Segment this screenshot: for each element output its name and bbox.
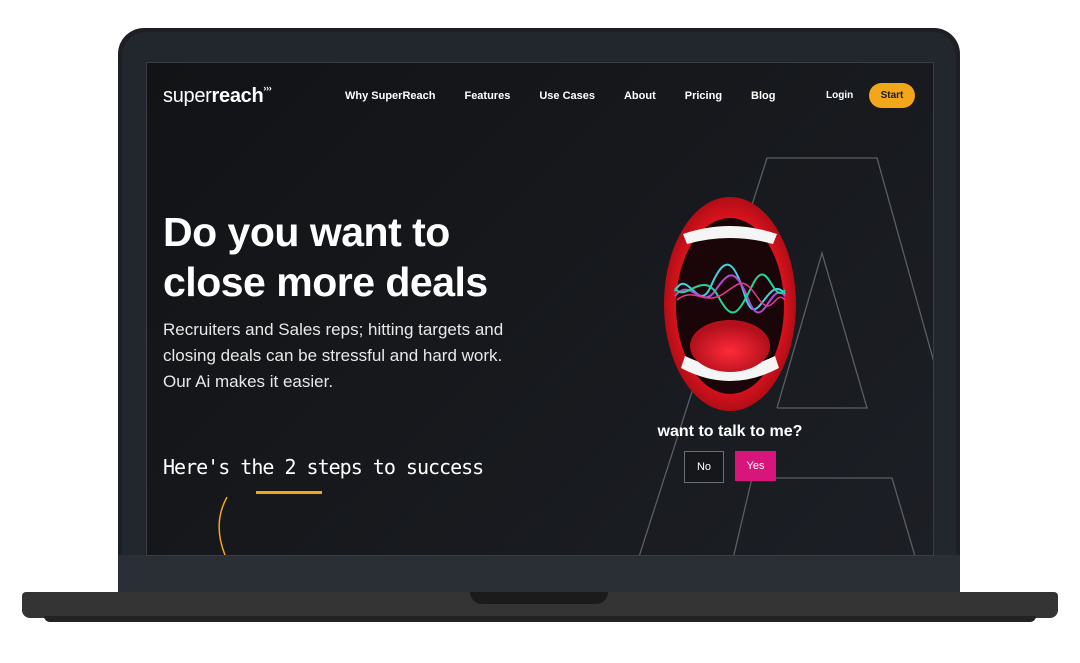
talking-mouth-icon[interactable] [663, 196, 798, 414]
subtext-line-1: Recruiters and Sales reps; hitting targe… [163, 320, 504, 339]
start-button[interactable]: Start [869, 83, 915, 108]
nav-pricing[interactable]: Pricing [685, 90, 722, 102]
nav-features[interactable]: Features [464, 90, 510, 102]
login-link[interactable]: Login [826, 90, 853, 101]
main-nav: Why SuperReach Features Use Cases About … [345, 90, 805, 102]
headline-line-1: Do you want to [163, 209, 450, 255]
logo-text-bold: reach [211, 85, 264, 107]
talk-prompt: want to talk to me? [657, 423, 803, 440]
steps-heading: Here's the 2 steps to success [163, 455, 484, 479]
hero-headline: Do you want to close more deals [163, 207, 543, 307]
hero-subtext: Recruiters and Sales reps; hitting targe… [163, 317, 523, 395]
no-button[interactable]: No [684, 451, 724, 483]
laptop-base-shadow [44, 616, 1036, 622]
laptop-chin [118, 555, 960, 593]
steps-underline [256, 491, 322, 494]
nav-use-cases[interactable]: Use Cases [539, 90, 595, 102]
superreach-logo[interactable]: superreach››› [163, 83, 272, 108]
subtext-line-2: closing deals can be stressful and hard … [163, 346, 503, 365]
logo-text-light: super [163, 85, 212, 107]
logo-chevrons: ››› [263, 83, 272, 94]
nav-about[interactable]: About [624, 90, 656, 102]
laptop-notch [470, 592, 608, 604]
curve-decoration [218, 496, 228, 555]
website-screen: superreach››› Why SuperReach Features Us… [146, 62, 934, 556]
yes-button[interactable]: Yes [735, 451, 776, 481]
nav-blog[interactable]: Blog [751, 90, 775, 102]
nav-why-superreach[interactable]: Why SuperReach [345, 90, 435, 102]
subtext-line-3: Our Ai makes it easier. [163, 372, 334, 391]
headline-line-2: close more deals [163, 259, 488, 305]
